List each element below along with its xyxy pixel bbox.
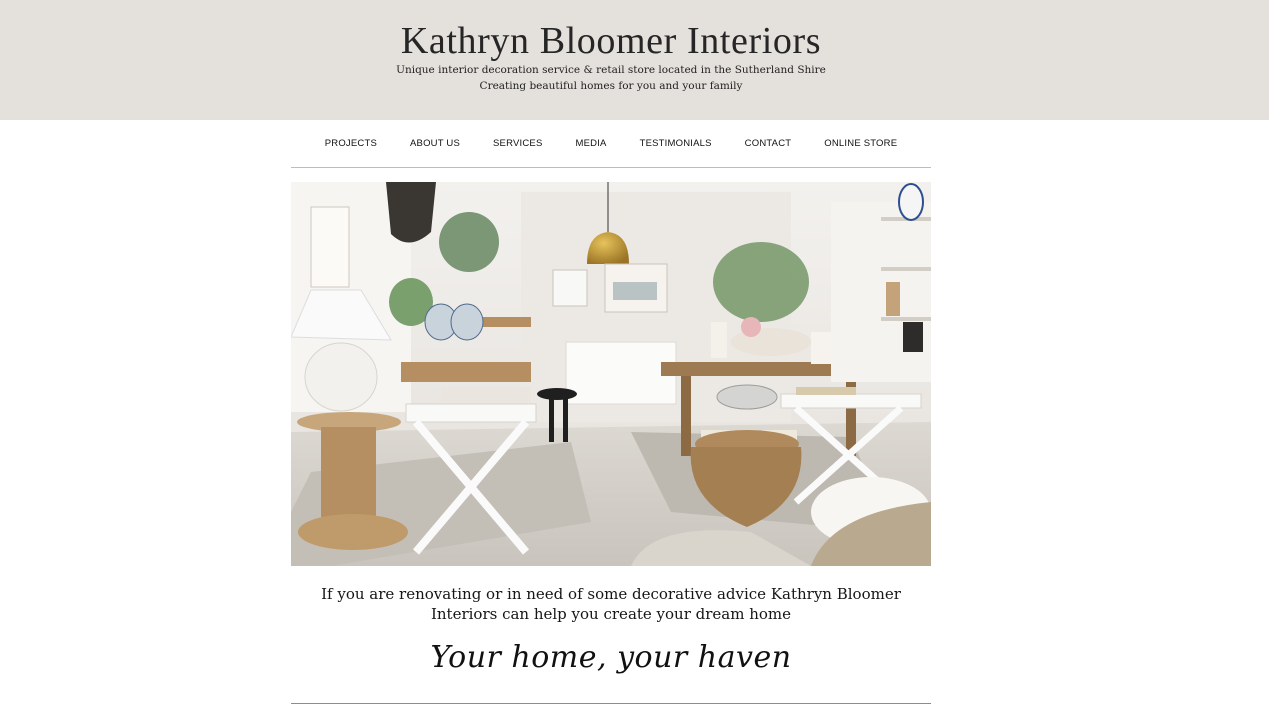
nav-media[interactable]: MEDIA: [576, 132, 607, 156]
site-subtagline: Creating beautiful homes for you and you…: [479, 80, 743, 92]
main-nav: PROJECTS ABOUT US SERVICES MEDIA TESTIMO…: [291, 132, 931, 156]
site-tagline: Unique interior decoration service & ret…: [396, 64, 826, 76]
script-tagline: Your home, your haven: [430, 640, 792, 675]
intro-line-2: Interiors can help you create your dream…: [430, 605, 792, 623]
nav-projects[interactable]: PROJECTS: [325, 132, 377, 156]
intro-text: If you are renovating or in need of some…: [291, 584, 931, 624]
nav-testimonials[interactable]: TESTIMONIALS: [640, 132, 712, 156]
store-interior-photo-icon: [291, 182, 931, 566]
hero-image: [291, 182, 931, 566]
site-title[interactable]: Kathryn Bloomer Interiors: [0, 18, 1222, 64]
content-divider: [291, 703, 931, 704]
nav-services[interactable]: SERVICES: [493, 132, 542, 156]
nav-divider: [291, 167, 931, 168]
intro-line-1: If you are renovating or in need of some…: [321, 585, 901, 603]
nav-about-us[interactable]: ABOUT US: [410, 132, 460, 156]
nav-online-store[interactable]: ONLINE STORE: [824, 132, 897, 156]
site-header: Kathryn Bloomer Interiors Unique interio…: [0, 0, 1269, 120]
nav-contact[interactable]: CONTACT: [745, 132, 792, 156]
